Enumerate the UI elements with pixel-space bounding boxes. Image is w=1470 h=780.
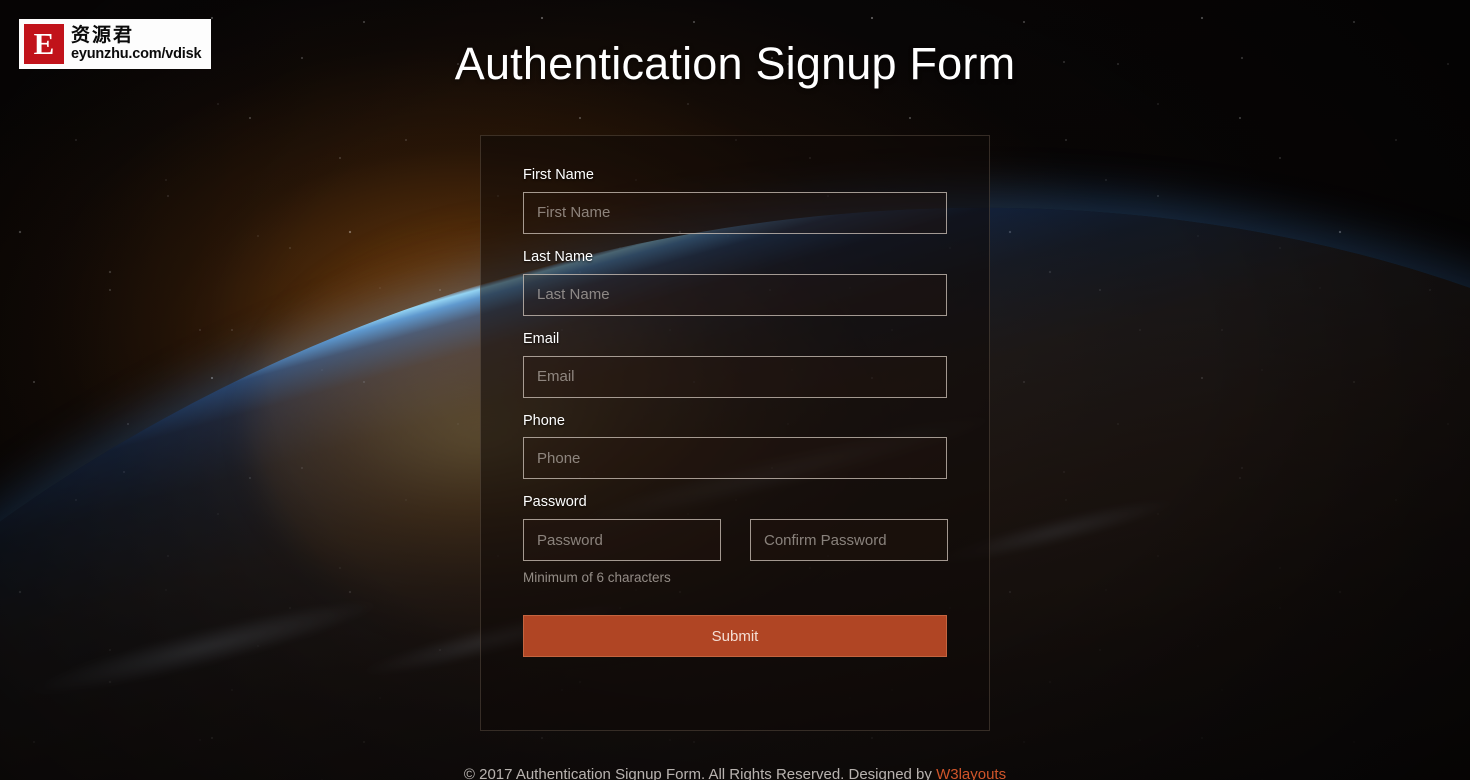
first-name-input[interactable] <box>523 191 947 234</box>
password-help-text: Minimum of 6 characters <box>523 570 671 586</box>
field-group-email: Email <box>523 330 947 398</box>
email-label: Email <box>523 330 560 347</box>
email-input[interactable] <box>523 355 947 398</box>
confirm-password-input[interactable] <box>750 519 948 562</box>
submit-button[interactable]: Submit <box>523 615 947 658</box>
field-group-password: Password Minimum of 6 characters <box>523 493 948 586</box>
password-input[interactable] <box>523 519 721 562</box>
signup-form-card: First Name Last Name Email Phone Passwor… <box>480 135 990 731</box>
phone-label: Phone <box>523 412 565 429</box>
watermark-text-block: 资源君 eyunzhu.com/vdisk <box>71 24 202 63</box>
watermark-logo: E 资源君 eyunzhu.com/vdisk <box>19 19 211 69</box>
watermark-url-label: eyunzhu.com/vdisk <box>71 46 202 63</box>
password-row <box>523 519 948 562</box>
field-group-first-name: First Name <box>523 166 947 234</box>
page-footer: © 2017 Authentication Signup Form. All R… <box>0 766 1470 780</box>
password-label: Password <box>523 494 587 511</box>
field-group-last-name: Last Name <box>523 248 947 316</box>
page-title: Authentication Signup Form <box>454 38 1016 89</box>
footer-copyright-text: © 2017 Authentication Signup Form. All R… <box>463 766 937 780</box>
footer-designer-link[interactable]: W3layouts <box>936 766 1006 780</box>
phone-input[interactable] <box>523 437 947 480</box>
page-root: Authentication Signup Form First Name La… <box>0 0 1470 780</box>
first-name-label: First Name <box>523 167 594 183</box>
watermark-chinese-label: 资源君 <box>71 24 135 47</box>
last-name-label: Last Name <box>523 248 594 265</box>
last-name-input[interactable] <box>523 273 947 316</box>
watermark-badge-letter: E <box>24 24 64 64</box>
field-group-phone: Phone <box>523 412 947 480</box>
